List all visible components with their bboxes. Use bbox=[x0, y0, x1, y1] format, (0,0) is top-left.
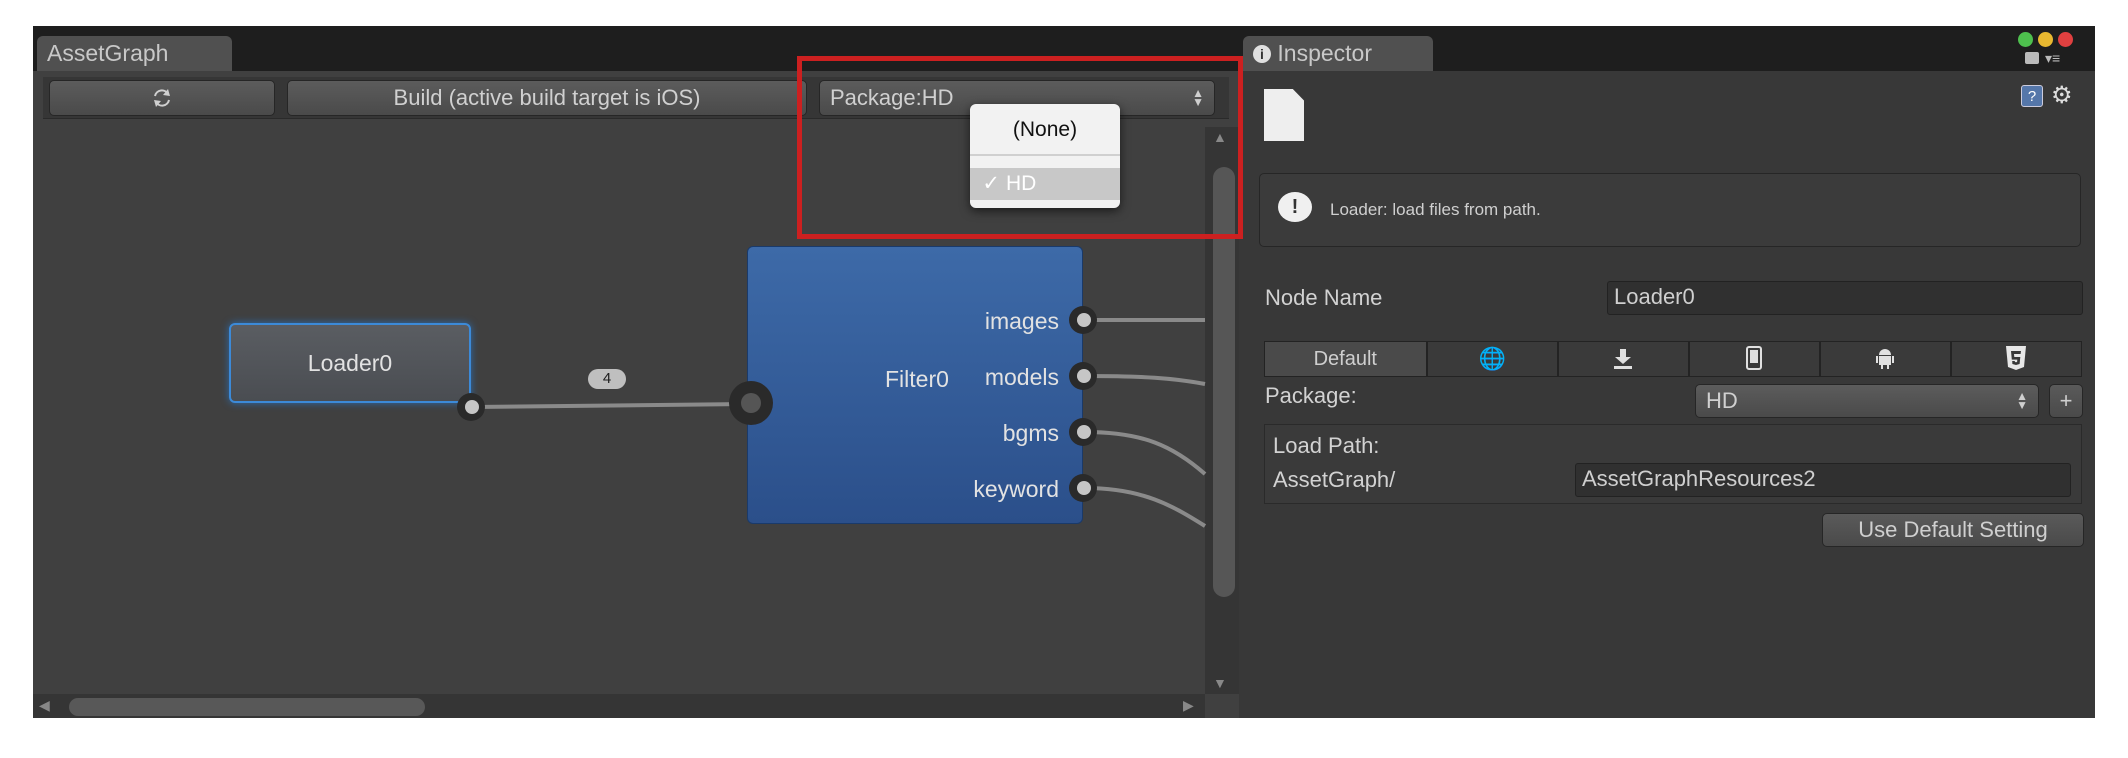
output-label-images: images bbox=[984, 308, 1059, 334]
bgms-connection[interactable] bbox=[1084, 430, 1207, 476]
info-message-text: Loader: load files from path. bbox=[1330, 200, 1541, 219]
add-package-label: + bbox=[2059, 388, 2073, 413]
info-icon: i bbox=[1253, 45, 1271, 63]
load-path-group: Load Path: AssetGraph/ AssetGraphResourc… bbox=[1264, 424, 2082, 504]
load-path-prefix: AssetGraph/ bbox=[1273, 467, 1396, 492]
loader-filter-connection[interactable] bbox=[472, 402, 749, 409]
info-message-box: ! Loader: load files from path. bbox=[1259, 173, 2081, 247]
tab-inspector[interactable]: i Inspector bbox=[1243, 36, 1433, 71]
loader-node-name: Loader0 bbox=[307, 350, 393, 376]
html5-icon bbox=[2006, 346, 2027, 370]
help-icon[interactable]: ? bbox=[2021, 85, 2043, 107]
output-dot-keyword bbox=[1077, 481, 1091, 495]
window-close-button[interactable] bbox=[2058, 32, 2073, 47]
download-icon bbox=[1614, 349, 1633, 369]
output-label-models: models bbox=[984, 364, 1059, 390]
panel-menu-icon[interactable]: ▾≡ bbox=[2045, 50, 2060, 67]
annotation-highlight-box bbox=[797, 56, 1243, 239]
phone-icon bbox=[1746, 346, 1763, 370]
lock-icon[interactable] bbox=[2025, 52, 2039, 64]
keyword-connection[interactable] bbox=[1084, 486, 1207, 528]
tab-platform-default-label: Default bbox=[1313, 348, 1377, 370]
tab-inspector-label: Inspector bbox=[1277, 40, 1372, 66]
platform-tabs: Default 🌐 bbox=[1264, 341, 2082, 377]
tab-platform-standalone[interactable] bbox=[1557, 341, 1689, 377]
package-label: Package: bbox=[1265, 383, 1357, 408]
inspector-package-value: HD bbox=[1706, 388, 1738, 413]
add-package-button[interactable]: + bbox=[2049, 384, 2083, 418]
tab-platform-web[interactable]: 🌐 bbox=[1426, 341, 1558, 377]
file-icon bbox=[1264, 89, 1304, 141]
tab-platform-ios[interactable] bbox=[1688, 341, 1820, 377]
load-path-value: AssetGraphResources2 bbox=[1582, 466, 1816, 491]
filter-input-dot bbox=[741, 393, 761, 413]
output-dot-images bbox=[1077, 313, 1091, 327]
output-label-bgms: bgms bbox=[1002, 420, 1059, 446]
use-default-setting-label: Use Default Setting bbox=[1858, 517, 2048, 542]
output-dot-models bbox=[1077, 369, 1091, 383]
use-default-setting-button[interactable]: Use Default Setting bbox=[1822, 513, 2084, 547]
connection-count-badge: 4 bbox=[588, 369, 626, 389]
unity-editor-window: AssetGraph i Inspector ▾≡ Build (active … bbox=[33, 26, 2095, 718]
android-icon bbox=[1876, 349, 1895, 369]
inspector-package-select[interactable]: HD ▲ ▼ bbox=[1695, 384, 2039, 418]
speech-bubble-icon: ! bbox=[1278, 192, 1312, 222]
output-label-keyword: keyword bbox=[973, 476, 1059, 502]
window-minimize-button[interactable] bbox=[2038, 32, 2053, 47]
window-zoom-button[interactable] bbox=[2018, 32, 2033, 47]
load-path-field[interactable]: AssetGraphResources2 bbox=[1575, 463, 2071, 497]
inspector-panel: ? ⚙ ! Loader: load files from path. Node… bbox=[1243, 71, 2095, 718]
globe-icon: 🌐 bbox=[1478, 346, 1506, 371]
output-dot-bgms bbox=[1077, 425, 1091, 439]
node-name-label: Node Name bbox=[1265, 285, 1383, 310]
models-connection[interactable] bbox=[1084, 374, 1206, 386]
loader-node[interactable]: Loader0 bbox=[229, 323, 471, 403]
loader-output-dot bbox=[465, 400, 479, 414]
gear-icon[interactable]: ⚙ bbox=[2051, 81, 2073, 110]
tab-platform-default[interactable]: Default bbox=[1264, 341, 1427, 377]
load-path-label: Load Path: bbox=[1273, 433, 1380, 458]
node-name-field[interactable]: Loader0 bbox=[1607, 281, 2083, 315]
updown-arrows-icon: ▲ ▼ bbox=[2016, 389, 2028, 412]
node-name-value: Loader0 bbox=[1614, 284, 1695, 309]
connection-count: 4 bbox=[602, 370, 612, 387]
tab-platform-android[interactable] bbox=[1819, 341, 1951, 377]
tab-platform-webgl[interactable] bbox=[1950, 341, 2082, 377]
